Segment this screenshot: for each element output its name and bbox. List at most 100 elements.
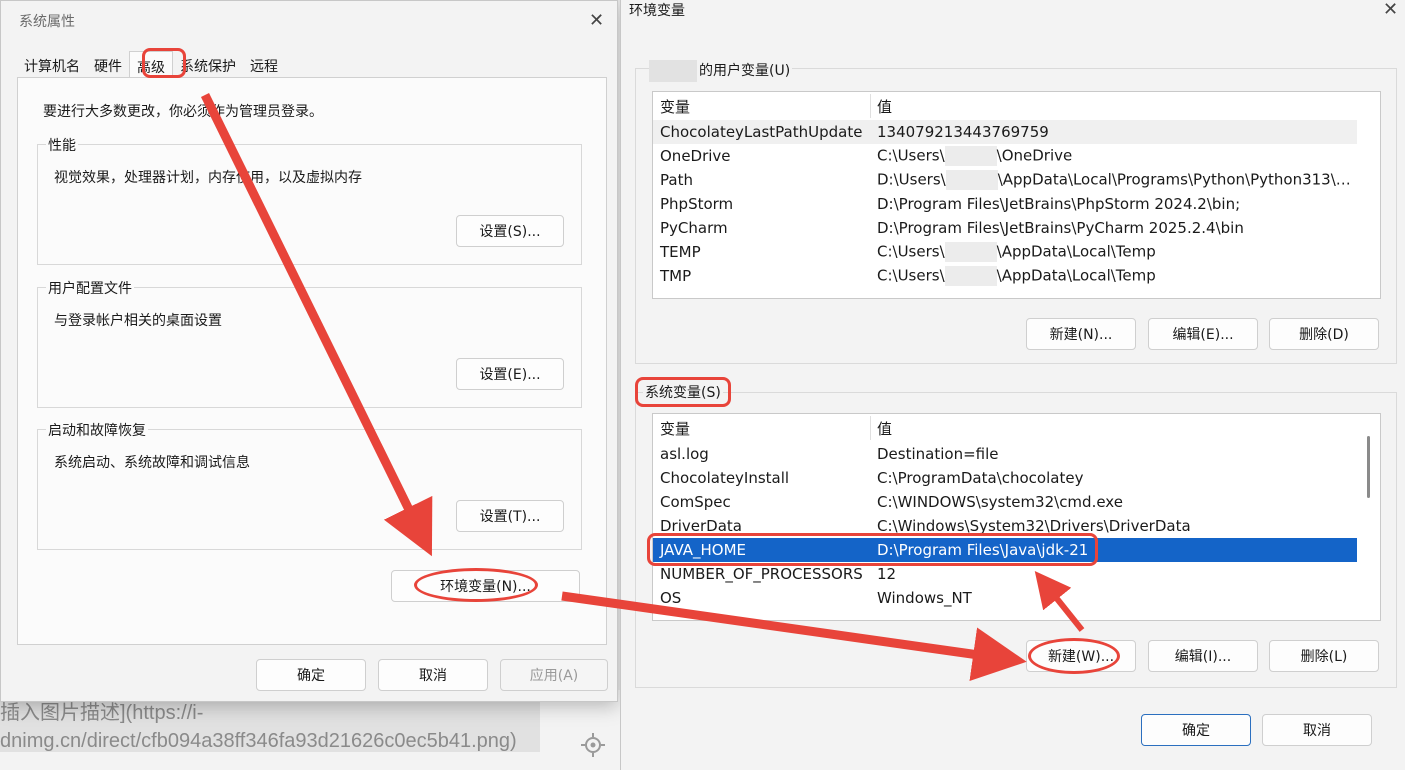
row-value: C:\Users\ \OneDrive xyxy=(877,146,1355,166)
tab-advanced[interactable]: 高级 xyxy=(129,51,173,77)
row-name: ChocolateyInstall xyxy=(660,469,790,487)
user-variables-label: 的用户变量(U) xyxy=(697,60,793,80)
tab-bar: 计算机名 硬件 高级 系统保护 远程 xyxy=(17,51,285,77)
group-label: 启动和故障恢复 xyxy=(46,420,148,440)
close-icon[interactable]: ✕ xyxy=(589,12,604,30)
group-description: 系统启动、系统故障和调试信息 xyxy=(54,455,250,471)
admin-note: 要进行大多数更改，你必须作为管理员登录。 xyxy=(43,104,323,120)
redacted-username xyxy=(649,60,697,82)
system-delete-button[interactable]: 删除(L) xyxy=(1269,640,1379,672)
user-delete-button[interactable]: 删除(D) xyxy=(1269,318,1379,350)
row-value: Windows_NT xyxy=(877,589,972,607)
scrollbar-thumb[interactable] xyxy=(1367,436,1370,498)
value-suffix: \AppData\Local\Programs\Python\Python313… xyxy=(997,170,1355,189)
env-cancel-button[interactable]: 取消 xyxy=(1262,714,1372,746)
table-row[interactable]: PyCharm D:\Program Files\JetBrains\PyCha… xyxy=(653,216,1357,240)
table-row[interactable]: Path D:\Users\ \AppData\Local\Programs\Py… xyxy=(653,168,1357,192)
row-name: TEMP xyxy=(660,243,701,261)
row-name: DriverData xyxy=(660,517,742,535)
user-new-button[interactable]: 新建(N)... xyxy=(1026,318,1136,350)
row-name: JAVA_HOME xyxy=(660,541,747,559)
cancel-button[interactable]: 取消 xyxy=(378,659,488,691)
system-properties-dialog: 系统属性 ✕ 计算机名 硬件 高级 系统保护 远程 要进行大多数更改，你必须作为… xyxy=(0,0,618,702)
apply-button[interactable]: 应用(A) xyxy=(500,659,608,691)
table-row-selected[interactable]: JAVA_HOME D:\Program Files\Java\jdk-21 xyxy=(653,538,1357,562)
row-name: asl.log xyxy=(660,445,709,463)
editor-text-line-2: dnimg.cn/direct/cfb094a38ff346fa93d21626… xyxy=(0,730,517,752)
table-row[interactable]: TEMP C:\Users\ \AppData\Local\Temp xyxy=(653,240,1357,264)
row-value: 134079213443769759 xyxy=(877,123,1049,141)
group-startup-recovery: 启动和故障恢复 系统启动、系统故障和调试信息 设置(T)... xyxy=(37,420,582,550)
redacted-username xyxy=(944,242,997,262)
column-header-value[interactable]: 值 xyxy=(877,96,1355,117)
tab-system-protection[interactable]: 系统保护 xyxy=(173,51,243,77)
row-name: ChocolateyLastPathUpdate xyxy=(660,123,863,141)
value-prefix: C:\Users\ xyxy=(877,266,945,285)
dialog-title: 环境变量 xyxy=(629,3,685,19)
row-value: C:\Users\ \AppData\Local\Temp xyxy=(877,266,1355,286)
row-name: OS xyxy=(660,589,682,607)
table-row[interactable]: OneDrive C:\Users\ \OneDrive xyxy=(653,144,1357,168)
value-suffix: \AppData\Local\Temp xyxy=(996,266,1156,285)
table-row[interactable]: PhpStorm D:\Program Files\JetBrains\PhpS… xyxy=(653,192,1357,216)
environment-variables-dialog: 环境变量 ✕ 的用户变量(U) 变量 值 ChocolateyLastPathU… xyxy=(620,0,1405,770)
group-description: 视觉效果，处理器计划，内存使用，以及虚拟内存 xyxy=(54,170,362,186)
startup-recovery-settings-button[interactable]: 设置(T)... xyxy=(456,500,564,532)
tab-remote[interactable]: 远程 xyxy=(243,51,285,77)
column-header-name[interactable]: 变量 xyxy=(660,418,690,439)
row-name: TMP xyxy=(660,267,692,285)
env-ok-button[interactable]: 确定 xyxy=(1141,714,1251,746)
row-name: PhpStorm xyxy=(660,195,734,213)
system-variables-list[interactable]: 变量 值 asl.log Destination=file Chocolatey… xyxy=(652,413,1381,621)
row-name: PyCharm xyxy=(660,219,728,237)
group-label: 性能 xyxy=(46,135,78,155)
table-row[interactable]: ChocolateyLastPathUpdate 134079213443769… xyxy=(653,120,1357,144)
row-value: C:\Windows\System32\Drivers\DriverData xyxy=(877,517,1191,535)
row-value: Destination=file xyxy=(877,445,999,463)
table-row[interactable]: DriverData C:\Windows\System32\Drivers\D… xyxy=(653,514,1357,538)
ok-button[interactable]: 确定 xyxy=(256,659,366,691)
close-icon[interactable]: ✕ xyxy=(1383,1,1398,19)
crosshair-icon[interactable] xyxy=(580,732,606,758)
redacted-username xyxy=(944,266,997,286)
row-value: C:\Users\ \AppData\Local\Temp xyxy=(877,242,1355,262)
dialog-title: 系统属性 xyxy=(19,14,75,30)
group-user-profiles: 用户配置文件 与登录帐户相关的桌面设置 设置(E)... xyxy=(37,278,582,408)
table-row[interactable]: ComSpec C:\WINDOWS\system32\cmd.exe xyxy=(653,490,1357,514)
redacted-username xyxy=(945,170,998,190)
column-header-name[interactable]: 变量 xyxy=(660,96,690,117)
table-row[interactable]: ChocolateyInstall C:\ProgramData\chocola… xyxy=(653,466,1357,490)
group-label: 用户配置文件 xyxy=(46,278,134,298)
environment-variables-button[interactable]: 环境变量(N)... xyxy=(391,570,580,602)
user-profiles-settings-button[interactable]: 设置(E)... xyxy=(456,358,564,390)
table-row[interactable]: asl.log Destination=file xyxy=(653,442,1357,466)
group-description: 与登录帐户相关的桌面设置 xyxy=(54,313,222,329)
tab-hardware[interactable]: 硬件 xyxy=(87,51,129,77)
tab-computer-name[interactable]: 计算机名 xyxy=(17,51,87,77)
row-name: ComSpec xyxy=(660,493,731,511)
column-divider[interactable] xyxy=(870,94,871,118)
value-suffix: \OneDrive xyxy=(996,146,1073,165)
value-suffix: \AppData\Local\Temp xyxy=(996,242,1156,261)
row-name: OneDrive xyxy=(660,147,731,165)
column-header-value[interactable]: 值 xyxy=(877,418,1355,439)
user-variables-list[interactable]: 变量 值 ChocolateyLastPathUpdate 1340792134… xyxy=(652,91,1381,299)
row-value: D:\Program Files\JetBrains\PhpStorm 2024… xyxy=(877,195,1241,213)
row-value: 12 xyxy=(877,565,897,583)
row-value: D:\Users\ \AppData\Local\Programs\Python\… xyxy=(877,170,1355,190)
table-row[interactable]: OS Windows_NT xyxy=(653,586,1357,610)
redacted-username xyxy=(944,146,997,166)
system-edit-button[interactable]: 编辑(I)... xyxy=(1148,640,1258,672)
column-divider[interactable] xyxy=(870,416,871,440)
row-value: D:\Program Files\Java\jdk-21 xyxy=(877,541,1089,559)
user-edit-button[interactable]: 编辑(E)... xyxy=(1148,318,1258,350)
row-value: C:\WINDOWS\system32\cmd.exe xyxy=(877,493,1123,511)
system-variables-label: 系统变量(S) xyxy=(643,382,723,402)
list-header: 变量 值 xyxy=(653,94,1357,118)
table-row[interactable]: TMP C:\Users\ \AppData\Local\Temp xyxy=(653,264,1357,288)
row-name: NUMBER_OF_PROCESSORS xyxy=(660,565,863,583)
performance-settings-button[interactable]: 设置(S)... xyxy=(456,215,564,247)
table-row[interactable]: NUMBER_OF_PROCESSORS 12 xyxy=(653,562,1357,586)
system-new-button[interactable]: 新建(W)... xyxy=(1026,640,1136,672)
row-name: Path xyxy=(660,171,693,189)
